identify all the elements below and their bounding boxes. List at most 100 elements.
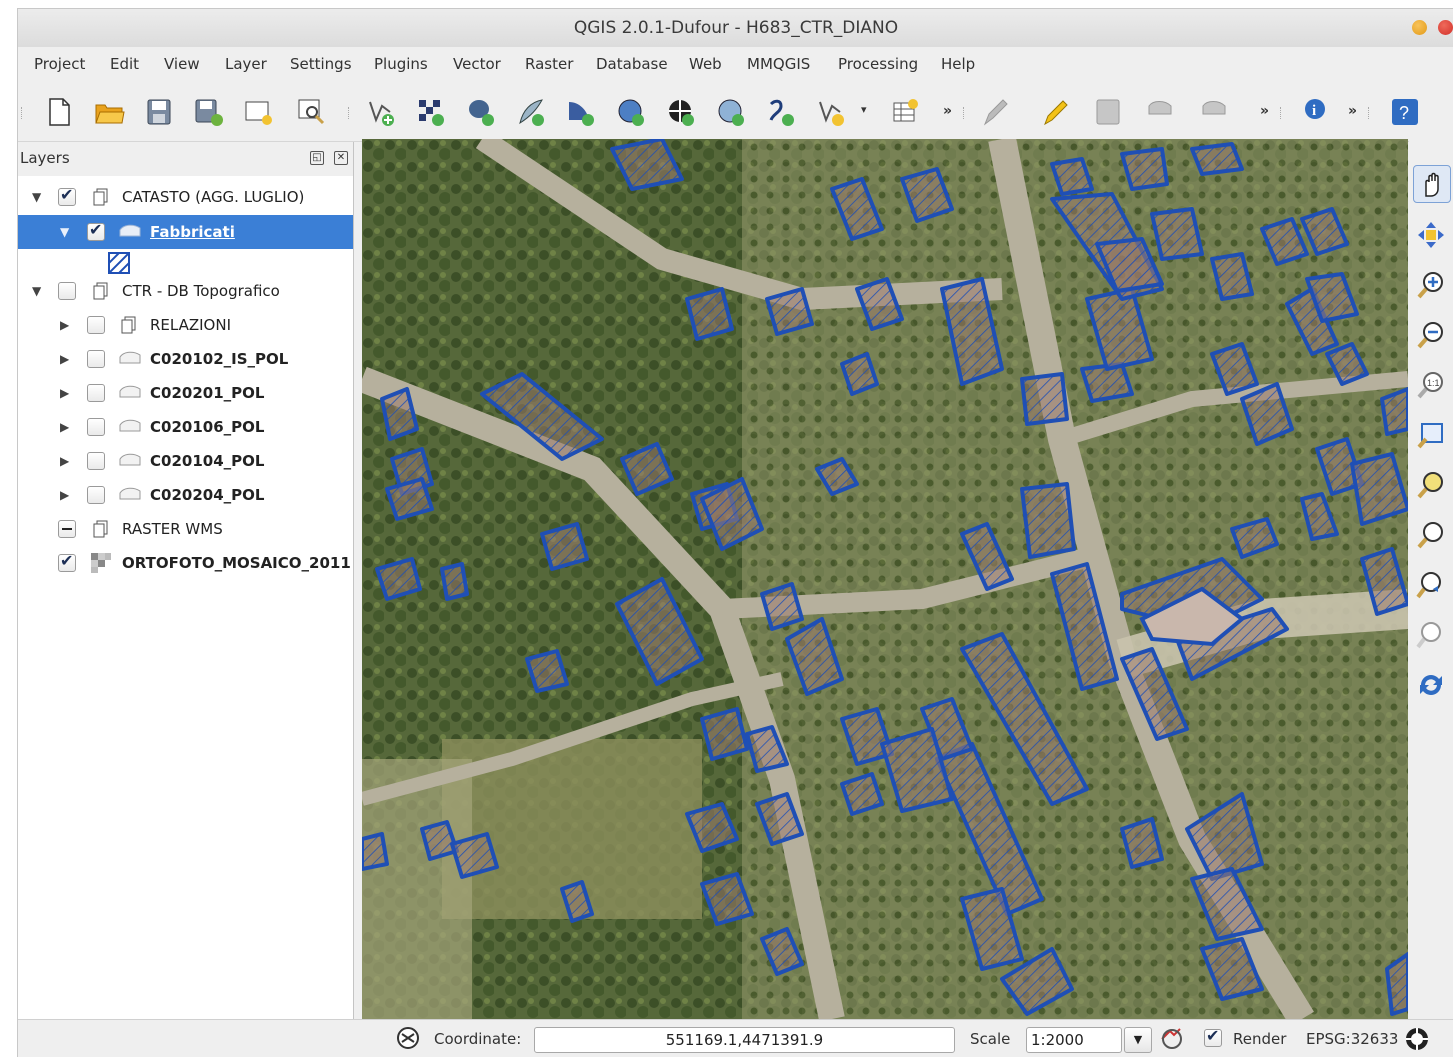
layer-checkbox[interactable] [87, 220, 105, 241]
help-icon[interactable]: ? [1388, 95, 1422, 129]
menu-raster[interactable]: Raster [525, 55, 573, 73]
expand-arrow-icon[interactable]: ▼ [60, 225, 69, 239]
expand-arrow-icon[interactable]: ▶ [60, 318, 69, 332]
expand-arrow-icon[interactable]: ▶ [60, 386, 69, 400]
layer-checkbox[interactable] [87, 316, 105, 334]
expand-arrow-icon[interactable]: ▶ [60, 352, 69, 366]
minimize-button[interactable] [1412, 20, 1427, 35]
menu-settings[interactable]: Settings [290, 55, 352, 73]
menu-layer[interactable]: Layer [225, 55, 267, 73]
layer-checkbox[interactable] [58, 520, 76, 538]
zoom-to-layer-icon[interactable] [1413, 517, 1449, 553]
layer-checkbox[interactable] [87, 452, 105, 470]
menu-plugins[interactable]: Plugins [374, 55, 428, 73]
layer-item-c020102[interactable]: ▶ C020102_IS_POL [18, 342, 353, 376]
menu-database[interactable]: Database [596, 55, 668, 73]
layer-checkbox[interactable] [87, 350, 105, 368]
menu-processing[interactable]: Processing [838, 55, 918, 73]
layer-item-c020106[interactable]: ▶ C020106_POL [18, 410, 353, 444]
move-feature-icon[interactable] [1198, 95, 1232, 129]
menu-view[interactable]: View [164, 55, 200, 73]
identify-features-icon[interactable]: i [1300, 95, 1334, 129]
zoom-in-icon[interactable] [1413, 267, 1449, 303]
add-raster-layer-icon[interactable] [414, 95, 448, 129]
layer-checkbox[interactable] [87, 384, 105, 402]
menu-web[interactable]: Web [689, 55, 722, 73]
save-edits-icon[interactable] [1091, 95, 1125, 129]
crs-label[interactable]: EPSG:32633 [1306, 1030, 1398, 1048]
layer-item-ortofoto[interactable]: ORTOFOTO_MOSAICO_2011 [18, 546, 353, 580]
toolbar-handle[interactable] [21, 107, 25, 119]
layer-item-ctr[interactable]: ▼ CTR - DB Topografico [18, 274, 353, 308]
expand-arrow-icon[interactable]: ▶ [60, 420, 69, 434]
toolbar-more-3[interactable]: » [1348, 103, 1357, 119]
add-wcs-layer-icon[interactable] [664, 95, 698, 129]
coordinate-field[interactable]: 551169.1,4471391.9 [534, 1027, 955, 1053]
zoom-to-selection-icon[interactable] [1413, 467, 1449, 503]
layer-item-fabbricati[interactable]: ▼ Fabbricati [18, 215, 353, 249]
scale-label: Scale [970, 1030, 1011, 1048]
save-as-icon[interactable] [192, 95, 226, 129]
new-print-composer-icon[interactable] [242, 95, 276, 129]
menu-edit[interactable]: Edit [110, 55, 139, 73]
toolbar-more-1[interactable]: » [943, 103, 952, 119]
layer-checkbox[interactable] [87, 418, 105, 436]
composer-manager-icon[interactable] [294, 95, 328, 129]
save-project-icon[interactable] [142, 95, 176, 129]
pan-hand-icon[interactable] [1413, 165, 1451, 203]
refresh-icon[interactable] [1413, 667, 1449, 703]
expand-arrow-icon[interactable]: ▼ [32, 284, 41, 298]
layer-item-c020201[interactable]: ▶ C020201_POL [18, 376, 353, 410]
expand-arrow-icon[interactable]: ▼ [32, 190, 41, 204]
pan-to-selection-icon[interactable] [1413, 217, 1449, 253]
layer-item-catasto[interactable]: ▼ CATASTO (AGG. LUGLIO) [18, 180, 353, 214]
new-project-icon[interactable] [42, 95, 76, 129]
digitize-edit-icon[interactable] [978, 95, 1012, 129]
layer-item-c020204[interactable]: ▶ C020204_POL [18, 478, 353, 512]
add-mssql-layer-icon[interactable] [564, 95, 598, 129]
add-delimited-text-icon[interactable] [764, 95, 798, 129]
open-project-icon[interactable] [92, 95, 126, 129]
layer-tree: ▼ CATASTO (AGG. LUGLIO) ▼ Fabbricati ▼ C… [18, 176, 353, 1019]
add-feature-icon[interactable] [1144, 95, 1178, 129]
menu-help[interactable]: Help [941, 55, 975, 73]
zoom-last-icon[interactable] [1413, 567, 1449, 603]
layer-item-raster-wms[interactable]: RASTER WMS [18, 512, 353, 546]
layer-item-relazioni[interactable]: ▶ RELAZIONI [18, 308, 353, 342]
add-vector-layer-icon[interactable] [364, 95, 398, 129]
layer-checkbox[interactable] [87, 486, 105, 504]
add-wfs-layer-icon[interactable] [714, 95, 748, 129]
layers-panel: Layers ◱ ✕ ▼ CATASTO (AGG. LUGLIO) ▼ Fab… [18, 142, 354, 1019]
layer-checkbox[interactable] [58, 185, 76, 206]
scale-combo[interactable]: 1:2000 [1026, 1027, 1122, 1053]
map-canvas[interactable] [362, 139, 1408, 1019]
zoom-actual-size-icon[interactable]: 1:1 [1413, 367, 1449, 403]
add-wms-layer-icon[interactable] [614, 95, 648, 129]
toolbar-more-2[interactable]: » [1260, 103, 1269, 119]
new-shapefile-icon[interactable] [814, 95, 848, 129]
expand-arrow-icon[interactable]: ▶ [60, 454, 69, 468]
chevron-down-icon[interactable]: ▾ [861, 103, 867, 116]
layer-item-c020104[interactable]: ▶ C020104_POL [18, 444, 353, 478]
render-checkbox[interactable] [1204, 1026, 1222, 1047]
menu-project[interactable]: Project [34, 55, 85, 73]
close-button[interactable] [1438, 20, 1453, 35]
add-spatialite-layer-icon[interactable] [514, 95, 548, 129]
menu-vector[interactable]: Vector [453, 55, 501, 73]
stop-render-icon[interactable] [1160, 1027, 1184, 1055]
crs-status-icon[interactable] [1404, 1026, 1430, 1056]
coordinate-capture-icon[interactable] [396, 1026, 420, 1054]
add-postgis-layer-icon[interactable] [464, 95, 498, 129]
zoom-next-icon[interactable] [1413, 617, 1449, 653]
layer-checkbox[interactable] [58, 282, 76, 300]
table-manager-icon[interactable] [888, 95, 922, 129]
layer-checkbox[interactable] [58, 551, 76, 572]
expand-arrow-icon[interactable]: ▶ [60, 488, 69, 502]
close-panel-icon[interactable]: ✕ [334, 151, 348, 165]
menu-mmqgis[interactable]: MMQGIS [747, 55, 810, 73]
toggle-editing-icon[interactable] [1038, 95, 1072, 129]
zoom-out-icon[interactable] [1413, 317, 1449, 353]
scale-dropdown-icon[interactable]: ▼ [1124, 1027, 1152, 1053]
zoom-full-icon[interactable] [1413, 417, 1449, 453]
float-panel-icon[interactable]: ◱ [310, 151, 324, 165]
